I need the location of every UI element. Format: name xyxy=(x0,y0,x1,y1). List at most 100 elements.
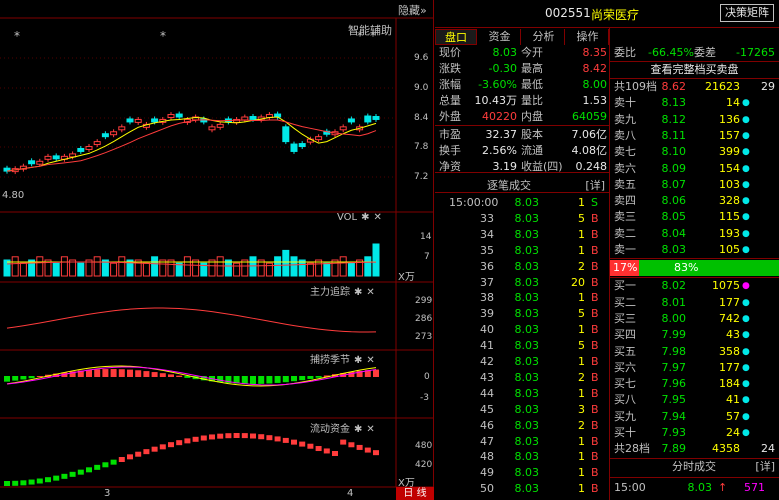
bl-bar xyxy=(299,376,306,381)
tab-zijin[interactable]: 资金 xyxy=(479,29,521,45)
candle-body xyxy=(167,114,175,118)
quote-value: 10.43万 xyxy=(474,94,518,107)
tab-pankou[interactable]: 盘口 xyxy=(435,29,477,45)
bl-bar xyxy=(258,376,265,384)
tick-row: 38 8.03 1 B xyxy=(435,290,609,306)
tick-row: 46 8.03 2 B xyxy=(435,418,609,434)
ask-level: 卖三 8.05 115 ● xyxy=(610,209,779,225)
price-tick: 7.2 xyxy=(414,172,429,182)
period-button[interactable]: 日 线 xyxy=(396,487,434,500)
ld-bar xyxy=(291,439,297,445)
bl-bar xyxy=(250,376,256,384)
full-book-link[interactable]: 查看完整档买卖盘 xyxy=(610,62,779,78)
candle-body xyxy=(290,143,298,152)
settings-icon[interactable]: ✱ xyxy=(354,355,362,366)
candle-body xyxy=(85,146,93,150)
tick-row: 48 8.03 1 B xyxy=(435,449,609,465)
tick-row: 41 8.03 5 B xyxy=(435,338,609,354)
tick-volume: 2 xyxy=(578,259,585,273)
level-label: 买十 xyxy=(614,426,636,439)
tick-row: 34 8.03 1 B xyxy=(435,227,609,243)
bl-bar xyxy=(266,376,273,384)
tick-volume: 5 xyxy=(578,211,585,225)
level-volume: 193 xyxy=(719,226,740,240)
tick-price: 8.03 xyxy=(514,402,540,416)
tick-row: 37 8.03 20 B xyxy=(435,275,609,291)
tick-volume: 20 xyxy=(571,275,585,289)
tick-time: 40 xyxy=(480,323,494,337)
tick-volume: 5 xyxy=(578,339,585,353)
volume-bar xyxy=(183,256,191,277)
level-volume: 14 xyxy=(726,96,740,110)
close-icon[interactable]: ✕ xyxy=(374,212,382,223)
divider xyxy=(435,125,609,126)
ld-bar xyxy=(143,449,150,455)
candle-body xyxy=(249,116,257,120)
decision-matrix-button[interactable]: 决策矩阵 xyxy=(720,4,774,22)
tick-row: 33 8.03 5 B xyxy=(435,211,609,227)
tick-row: 44 8.03 1 B xyxy=(435,386,609,402)
bl-bar xyxy=(12,376,19,381)
tick-price: 8.03 xyxy=(514,386,540,400)
signal-star-icon: * xyxy=(160,29,166,43)
quote-value: 4.08亿 xyxy=(571,144,608,157)
tick-row: 35 8.03 1 B xyxy=(435,243,609,259)
chart-area[interactable]: * * * * 隐藏» 智能辅助 9.6 9.0 8.4 7.8 7.2 4.80 V… xyxy=(0,0,434,500)
tick-row: 49 8.03 1 B xyxy=(435,465,609,481)
tick-time: 34 xyxy=(480,227,494,241)
level-price: 8.07 xyxy=(661,177,687,191)
bid-level: 买八 7.95 41 ● xyxy=(610,392,779,408)
ld-bar xyxy=(94,464,101,470)
ld-bar xyxy=(192,436,199,442)
level-label: 买九 xyxy=(614,409,636,423)
level-label: 卖三 xyxy=(614,210,636,224)
ld-bar xyxy=(200,435,207,441)
price-tick: 8.4 xyxy=(414,113,429,123)
close-icon[interactable]: ✕ xyxy=(366,424,374,435)
quote-row: 总量 10.43万 量比 1.53 xyxy=(435,93,609,109)
quote-label: 今开 xyxy=(521,46,543,59)
bl-bar xyxy=(176,375,183,377)
ticks-detail-button[interactable]: [详] xyxy=(585,177,605,193)
settings-icon[interactable]: ✱ xyxy=(354,424,362,435)
bl-bar xyxy=(241,376,248,384)
x-axis-label: 3 xyxy=(104,488,111,499)
tick-price: 8.03 xyxy=(514,196,540,209)
level-volume: 115 xyxy=(719,210,740,224)
ask-level: 卖八 8.11 157 ● xyxy=(610,128,779,144)
fs-row: 15:00 8.03 ↑ 571 xyxy=(610,480,779,496)
ld-bar xyxy=(118,457,125,462)
ld-tick: 420 xyxy=(415,460,433,470)
tick-time: 45 xyxy=(480,402,494,416)
tick-side: B xyxy=(591,339,599,353)
tick-time: 15:00:00 xyxy=(449,196,499,209)
quote-value: 64059 xyxy=(572,110,607,123)
order-dot-icon: ● xyxy=(742,114,750,125)
tab-fenxi[interactable]: 分析 xyxy=(523,29,565,45)
vol-tick: 14 xyxy=(420,232,432,242)
ld-bar xyxy=(266,435,273,441)
buy-sell-strength-bar: 17% 83% xyxy=(610,260,779,277)
close-icon[interactable]: ✕ xyxy=(366,287,374,298)
bl-bar xyxy=(127,369,133,377)
quote-value: -0.30 xyxy=(488,62,517,75)
tick-price: 8.03 xyxy=(514,307,540,321)
settings-icon[interactable]: ✱ xyxy=(354,287,362,298)
bl-bar xyxy=(373,369,379,377)
tick-price: 8.03 xyxy=(514,275,540,289)
ld-bar xyxy=(373,450,379,456)
tab-caozuo[interactable]: 操作 xyxy=(567,29,609,45)
bl-bar xyxy=(315,376,322,378)
level-volume: 24 xyxy=(726,426,740,439)
level-volume: 4358 xyxy=(712,442,740,456)
hide-panel-button[interactable]: 隐藏» xyxy=(398,2,427,18)
settings-icon[interactable]: ✱ xyxy=(361,212,369,223)
level-volume: 136 xyxy=(719,112,740,126)
level-price: 7.99 xyxy=(661,328,687,342)
level-price: 8.11 xyxy=(661,128,687,142)
bl-bar xyxy=(28,376,35,379)
ask-level: 卖九 8.12 136 ● xyxy=(610,112,779,128)
close-icon[interactable]: ✕ xyxy=(366,355,374,366)
ld-bar xyxy=(61,473,68,479)
fs-detail-button[interactable]: [详] xyxy=(755,459,775,475)
